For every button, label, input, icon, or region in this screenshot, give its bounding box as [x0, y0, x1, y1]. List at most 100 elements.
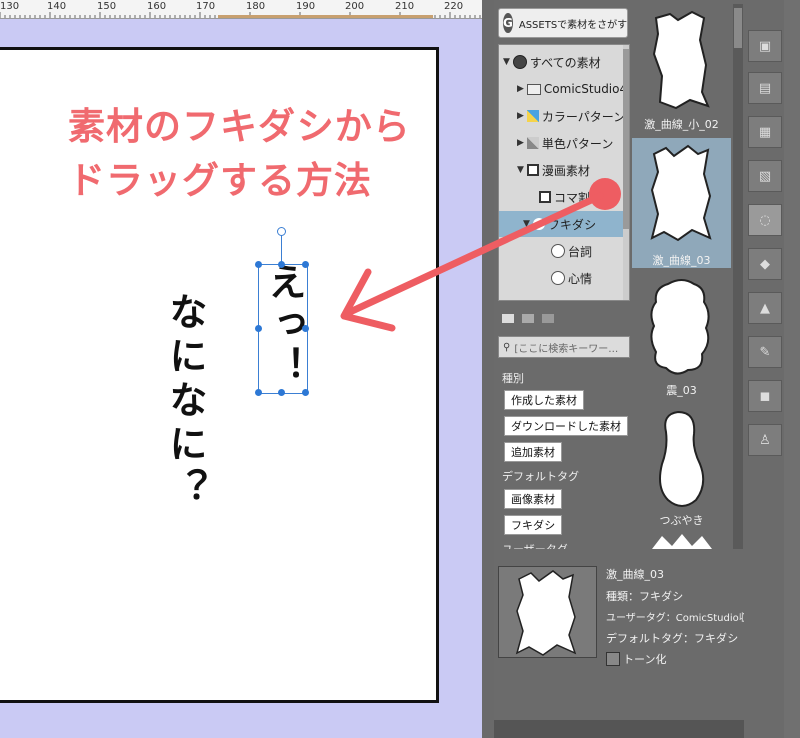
drag-start-marker: [589, 178, 621, 210]
material-category-icon[interactable]: ♙: [748, 424, 782, 456]
tag-search-placeholder: [ここに検索キーワー…: [514, 343, 619, 355]
tree-label: 台詞: [568, 244, 593, 259]
material-panel: G ASSETSで素材をさがす ▼ すべての素材 ▶ ComicStudio4 …: [494, 0, 800, 738]
material-category-icon[interactable]: ▲: [748, 292, 782, 324]
color-pattern-icon: [526, 110, 539, 122]
collapse-triangle-icon[interactable]: ▶: [517, 111, 524, 121]
thumbnail-scrollbar[interactable]: [733, 4, 743, 549]
ruler-tick: 190: [296, 1, 316, 12]
tree-item-color-pattern[interactable]: ▶ カラーパターン: [517, 103, 625, 129]
tree-item-balloon[interactable]: ▼ フキダシ: [499, 211, 623, 237]
tone-checkbox[interactable]: トーン化: [606, 651, 666, 667]
material-category-icon[interactable]: ✎: [748, 336, 782, 368]
resize-handle[interactable]: [255, 389, 262, 396]
tag-chip[interactable]: 画像素材: [504, 489, 562, 509]
tag-chip[interactable]: フキダシ: [504, 515, 563, 535]
balloon-shape-icon: [652, 10, 710, 110]
resize-handle[interactable]: [302, 325, 309, 332]
tree-label: すべての素材: [529, 55, 601, 70]
preview-default-tag: デフォルトタグ：フキダシ: [606, 632, 739, 645]
tag-group-default: デフォルトタグ: [502, 470, 579, 483]
material-thumbnail-list: 激_曲線_小_02 激_曲線_03 震_03 つぶやき: [632, 4, 731, 549]
import-icon[interactable]: [522, 314, 534, 323]
tree-label: コマ割: [554, 190, 591, 205]
material-tree: ▼ すべての素材 ▶ ComicStudio4 ▶ カラーパターン ▶ 単色パタ…: [498, 44, 630, 301]
resize-handle[interactable]: [302, 389, 309, 396]
ruler-tick: 160: [147, 1, 167, 12]
tone-label: トーン化: [623, 653, 667, 666]
tag-chip[interactable]: ダウンロードした素材: [504, 416, 628, 436]
tree-item-manga[interactable]: ▼ 漫画素材: [517, 157, 590, 183]
thumbnail-label: 震_03: [666, 384, 697, 397]
material-thumbnail[interactable]: つぶやき: [632, 402, 731, 532]
tag-group-kind: 種別: [502, 372, 524, 385]
material-category-icon[interactable]: ▦: [748, 116, 782, 148]
tag-chip[interactable]: 追加素材: [504, 442, 562, 462]
resize-handle[interactable]: [255, 325, 262, 332]
tree-item-mono-pattern[interactable]: ▶ 単色パターン: [517, 130, 613, 156]
assets-search-button[interactable]: G ASSETSで素材をさがす: [498, 8, 628, 38]
tree-label: カラーパターン: [541, 109, 626, 124]
tree-scrollbar[interactable]: [623, 45, 629, 300]
resize-handle[interactable]: [278, 261, 285, 268]
resize-handle[interactable]: [302, 261, 309, 268]
tag-chip[interactable]: 作成した素材: [504, 390, 584, 410]
tag-group-user: ユーザータグ: [502, 541, 568, 549]
balloon-icon: [532, 218, 545, 230]
collapse-triangle-icon[interactable]: ▶: [517, 138, 524, 148]
material-thumbnail[interactable]: 激_曲線_小_02: [632, 4, 731, 134]
dialogue-text-nani[interactable]: なになに？: [158, 292, 213, 512]
balloon-icon: [551, 244, 565, 258]
ruler-tick: 170: [196, 1, 216, 12]
tree-label: 単色パターン: [541, 136, 614, 151]
thumbnail-label: つぶやき: [659, 514, 704, 527]
preview-image: [498, 566, 597, 658]
balloon-shape-icon: [652, 534, 712, 549]
assets-search-label: ASSETSで素材をさがす: [518, 19, 628, 31]
tree-item-all[interactable]: ▼ すべての素材: [503, 49, 601, 75]
rotation-handle[interactable]: [277, 227, 286, 236]
expand-triangle-icon[interactable]: ▼: [523, 219, 530, 229]
globe-icon: [512, 55, 527, 69]
tag-search-input[interactable]: ⚲ [ここに検索キーワー…: [498, 336, 630, 358]
tag-list: 種別 作成した素材 ダウンロードした素材 追加素材 デフォルトタグ 画像素材 フ…: [498, 364, 628, 549]
collapse-triangle-icon[interactable]: ▶: [517, 84, 524, 94]
expand-triangle-icon[interactable]: ▼: [503, 57, 510, 67]
canvas-area[interactable]: 130 140 150 160 170 180 190 200 210 220 …: [0, 0, 482, 738]
material-category-icon[interactable]: ▧: [748, 160, 782, 192]
ruler-tick: 140: [47, 1, 67, 12]
thumbnail-label: 激_曲線_03: [652, 254, 711, 267]
material-thumbnail[interactable]: 震_03: [632, 272, 731, 402]
material-category-icon[interactable]: ◆: [748, 248, 782, 280]
checkbox-icon[interactable]: [606, 652, 620, 666]
expand-triangle-icon[interactable]: ▼: [517, 165, 524, 175]
headline-line2: ドラッグする方法: [68, 159, 372, 202]
search-icon: ⚲: [503, 341, 511, 353]
resize-handle[interactable]: [278, 389, 285, 396]
folder-icon: [526, 83, 541, 95]
mono-pattern-icon: [526, 137, 539, 149]
selection-box[interactable]: [258, 264, 308, 394]
material-category-icon[interactable]: ◼: [748, 380, 782, 412]
tree-item-shinjou[interactable]: 心情: [551, 265, 592, 291]
tree-item-comicstudio[interactable]: ▶ ComicStudio4: [517, 76, 627, 102]
balloon-shape-icon: [650, 144, 712, 242]
tree-item-serifu[interactable]: 台詞: [551, 238, 592, 264]
material-category-icon[interactable]: ▣: [748, 30, 782, 62]
material-thumbnail-selected[interactable]: 激_曲線_03: [632, 138, 731, 268]
material-category-icon[interactable]: ▤: [748, 72, 782, 104]
canvas-scrollbar[interactable]: [482, 0, 494, 738]
ruler-tick: 210: [395, 1, 415, 12]
ruler-tick: 130: [0, 1, 20, 12]
delete-icon[interactable]: [542, 314, 554, 323]
resize-handle[interactable]: [255, 261, 262, 268]
assets-logo-icon: G: [503, 13, 513, 33]
preview-kind: 種類：フキダシ: [606, 590, 684, 603]
tree-label: 漫画素材: [541, 163, 590, 178]
tree-label: ComicStudio4: [543, 82, 628, 96]
balloon-category-icon[interactable]: ◌: [748, 204, 782, 236]
new-folder-icon[interactable]: [502, 314, 514, 323]
headline-line1: 素材のフキダシから: [68, 105, 411, 148]
tree-item-frame[interactable]: コマ割: [539, 184, 590, 210]
thumbnail-label: 激_曲線_小_02: [644, 118, 719, 131]
